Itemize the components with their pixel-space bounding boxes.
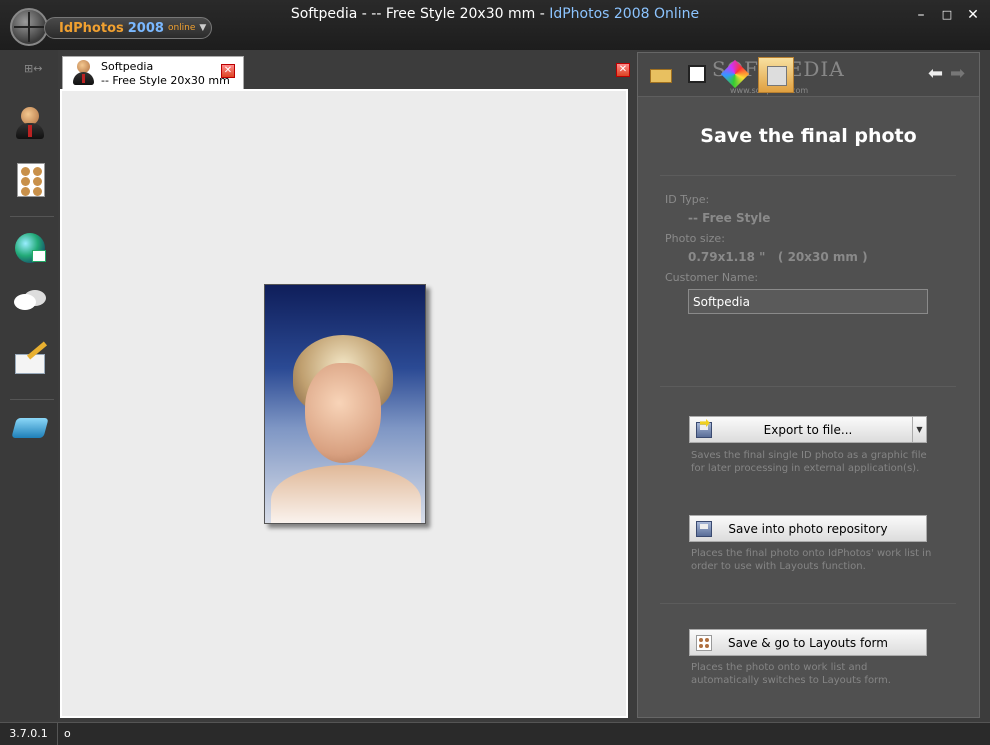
disk-icon [696,521,712,537]
save-print-icon[interactable] [758,57,794,93]
layouts-icon [696,635,712,651]
status-bar: 3.7.0.1 o [0,722,990,745]
sidebar-item-chat[interactable] [12,288,48,324]
sidebar-item-person[interactable] [12,105,48,141]
export-description: Saves the final single ID photo as a gra… [691,450,927,474]
panel-title: Save the final photo [700,125,917,147]
save-repository-description: Places the final photo onto IdPhotos' wo… [691,548,932,572]
export-to-file-button[interactable]: Export to file... ▼ [689,416,927,443]
id-type-label: ID Type: [665,193,710,206]
panel-toolbar: SOFTPEDIA www.softpedia.com ⬅ ➡ [638,53,979,97]
sidebar-divider [10,399,54,400]
save-go-layouts-description: Places the photo onto work list and auto… [691,662,891,686]
left-sidebar: ⊞↔ [0,50,58,720]
logo-year: 2008 [127,20,164,36]
chevron-down-icon: ▼ [199,23,207,33]
title-bar: IdPhotos 2008 online ▼ Softpedia - -- Fr… [0,0,990,50]
logo-name: IdPhotos [59,20,124,36]
sidebar-divider [10,216,54,217]
close-panel-icon[interactable]: ✕ [616,63,630,77]
maximize-button[interactable]: □ [936,6,958,24]
move-handle-icon[interactable]: ⊞↔ [24,62,42,75]
color-correction-icon[interactable] [720,59,750,89]
sidebar-item-web[interactable] [12,230,48,266]
divider [660,175,956,176]
save-panel: SOFTPEDIA www.softpedia.com ⬅ ➡ Save the… [637,52,980,718]
version-label: 3.7.0.1 [0,723,58,745]
tab-title: Softpedia [101,60,154,73]
save-go-layouts-button[interactable]: Save & go to Layouts form [689,629,927,656]
back-arrow-icon[interactable]: ⬅ [928,63,943,84]
photo-size-label: Photo size: [665,232,725,245]
close-tab-icon[interactable]: ✕ [221,64,235,78]
save-go-layouts-label: Save & go to Layouts form [728,635,888,650]
divider [660,603,956,604]
divider [660,386,956,387]
customer-name-label: Customer Name: [665,271,759,284]
window-title: Softpedia - -- Free Style 20x30 mm - IdP… [0,6,990,22]
sidebar-item-multi-photo[interactable] [12,163,48,199]
chevron-down-icon[interactable]: ▼ [912,417,926,442]
status-text: o [64,727,71,740]
document-tab[interactable]: Softpedia -- Free Style 20x30 mm ✕ [62,56,244,90]
save-repository-button[interactable]: Save into photo repository [689,515,927,542]
tab-subtitle: -- Free Style 20x30 mm [101,74,230,87]
window-title-prefix: Softpedia - -- Free Style 20x30 mm - [290,6,550,22]
open-folder-icon[interactable] [648,61,674,87]
forward-arrow-icon[interactable]: ➡ [950,63,965,84]
crop-icon[interactable] [684,61,710,87]
close-window-button[interactable]: ✕ [962,6,984,24]
id-type-value: -- Free Style [688,211,771,225]
photo-sheet-icon [17,163,45,197]
book-icon [11,418,49,438]
save-repository-label: Save into photo repository [728,521,888,536]
window-title-app: IdPhotos 2008 Online [549,6,700,22]
id-photo-preview [264,284,426,524]
logo-edition: online [167,23,196,33]
photo-canvas [60,89,628,718]
export-to-file-label: Export to file... [763,422,853,437]
minimize-button[interactable]: – [910,6,932,24]
photo-size-value: 0.79x1.18 " ( 20x30 mm ) [688,250,868,264]
sidebar-item-email[interactable] [12,341,48,380]
sidebar-item-help[interactable] [11,410,49,446]
customer-name-input[interactable] [688,289,928,314]
person-icon [71,59,97,87]
